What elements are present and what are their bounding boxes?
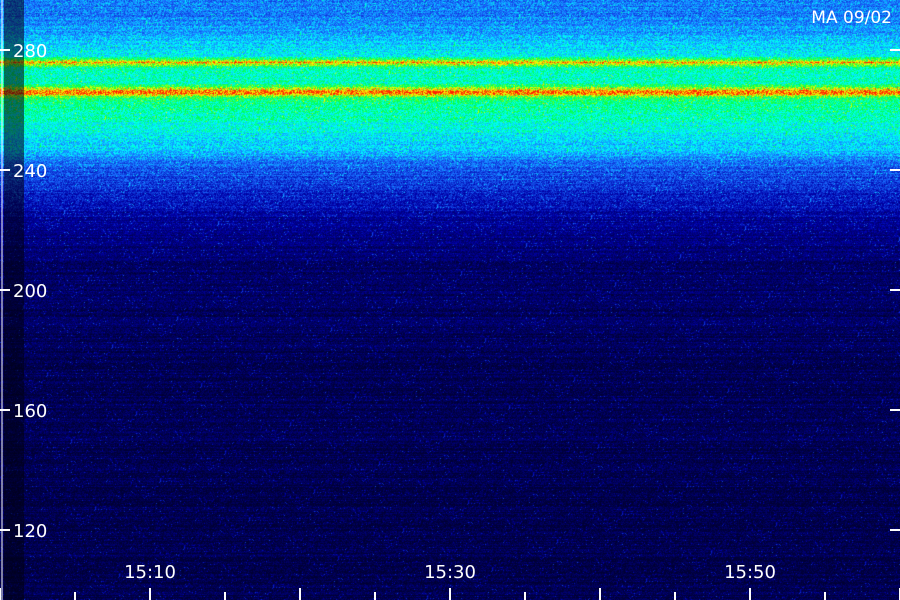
x-tick-label: 15:30 <box>424 562 476 583</box>
spectrogram-heatmap <box>0 0 900 600</box>
x-tick-label: 15:50 <box>724 562 776 583</box>
y-tick-label: 200 <box>13 281 47 302</box>
y-tick-label: 240 <box>13 161 47 182</box>
chart-title: MA 09/02 <box>811 8 892 28</box>
x-tick-label: 15:10 <box>124 562 176 583</box>
y-tick-label: 160 <box>13 401 47 422</box>
y-tick-label: 280 <box>13 41 47 62</box>
y-tick-label: 120 <box>13 521 47 542</box>
spectrogram-chart: 280 240 200 160 120 15:10 15:30 15:50 MA 09/02 <box>0 0 900 600</box>
